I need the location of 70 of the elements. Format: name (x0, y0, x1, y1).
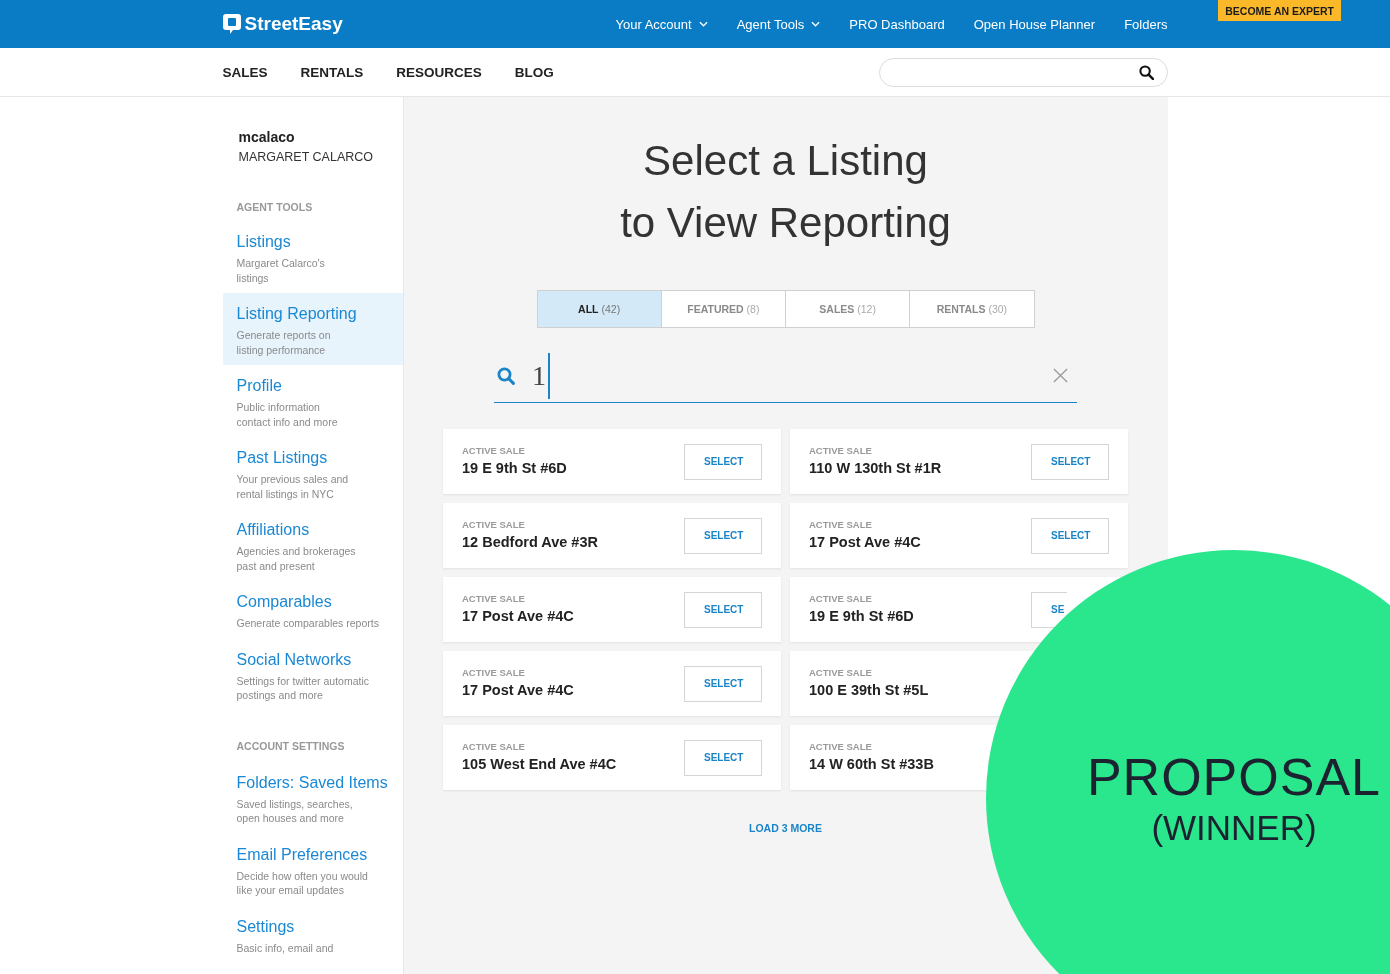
listing-status: ACTIVE SALE (809, 741, 873, 753)
listing-address: 105 West End Ave #4C (462, 755, 617, 774)
username: mcalaco (238, 128, 296, 147)
listing-address: 17 Post Ave #4C (809, 533, 921, 552)
listing-address: 110 W 130th St #1R (809, 459, 942, 478)
select-button[interactable]: SELECT (684, 665, 762, 702)
listing-address: 19 E 9th St #6D (462, 459, 567, 478)
filter-tab[interactable]: FEATURED (8) (660, 290, 786, 328)
section-link[interactable]: RENTALS (300, 64, 364, 80)
page-title: Select a Listing to View Reporting (620, 136, 951, 248)
listing-status: ACTIVE SALE (809, 519, 873, 531)
section-link[interactable]: SALES (222, 64, 268, 80)
user-full-name: MARGARET CALARCO (238, 149, 374, 166)
listing-status: ACTIVE SALE (809, 667, 873, 679)
listing-address: 17 Post Ave #4C (462, 681, 574, 700)
nav-link[interactable]: PRO Dashboard (849, 16, 945, 32)
listing-search-field[interactable]: 1 (494, 349, 1077, 403)
sidebar-item[interactable]: Social Networks Settings for twitter automatic postings and more (222, 638, 403, 711)
listing-address: 14 W 60th St #33B (809, 755, 934, 774)
become-expert-button[interactable]: BECOME AN EXPERT (1218, 0, 1341, 21)
overlay-subtitle: (WINNER) (1151, 807, 1317, 849)
text-cursor-icon (548, 352, 550, 399)
sidebar-item[interactable]: Listings Margaret Calarco's listings (222, 221, 403, 293)
logo-link[interactable]: StreetEasy (222, 13, 343, 35)
listing-status: ACTIVE SALE (462, 593, 526, 605)
sidebar-item[interactable]: Listing Reporting Generate reports on listing performance (222, 293, 403, 365)
select-button[interactable]: SELECT (684, 517, 762, 554)
sidebar-item[interactable]: Profile Public information contact info and more (222, 365, 403, 437)
filter-tab[interactable]: RENTALS (30) (909, 290, 1035, 328)
nav-link[interactable]: Your Account (615, 16, 708, 32)
section-heading: AGENT TOOLS (235, 200, 314, 215)
caret-icon (698, 21, 708, 27)
section-heading: ACCOUNT SETTINGS (235, 738, 346, 754)
section-link[interactable]: BLOG (514, 64, 554, 80)
listing-status: ACTIVE SALE (462, 445, 526, 457)
search-icon (1138, 64, 1154, 80)
nav-link[interactable]: Folders (1124, 16, 1168, 32)
search-icon (497, 366, 515, 385)
sidebar-item[interactable]: Affiliations Agencies and brokerages past and present (222, 509, 403, 581)
select-button[interactable]: SELECT (684, 591, 762, 628)
close-icon[interactable] (1053, 368, 1068, 383)
select-button[interactable]: SELECT (684, 443, 762, 480)
select-button[interactable]: SE (1031, 591, 1067, 628)
site-search-field[interactable] (878, 57, 1168, 87)
sidebar-item[interactable]: Settings Basic info, email and (222, 905, 403, 963)
sidebar-item[interactable]: Past Listings Your previous sales and rental listings in NYC (222, 437, 403, 509)
listing-address: 100 E 39th St #5L (809, 681, 929, 700)
sidebar-item[interactable]: Comparables Generate comparables reports (222, 581, 403, 639)
select-button[interactable]: SELECT (1031, 443, 1109, 480)
load-more-link[interactable]: LOAD 3 MORE (749, 822, 822, 834)
listing-status: ACTIVE SALE (462, 741, 526, 753)
sidebar-item[interactable]: Folders: Saved Items Saved listings, searches, open houses and more (222, 761, 403, 834)
filter-tab[interactable]: SALES (12) (785, 290, 911, 328)
caret-icon (811, 21, 821, 27)
listing-status: ACTIVE SALE (462, 519, 526, 531)
listing-address: 12 Bedford Ave #3R (462, 533, 598, 552)
sidebar-item[interactable]: Email Preferences Decide how often you would like your email updates (222, 833, 403, 906)
listing-status: ACTIVE SALE (809, 593, 873, 605)
select-button[interactable]: SELECT (684, 739, 762, 776)
select-button[interactable]: SELECT (1031, 517, 1109, 554)
nav-link[interactable]: Open House Planner (973, 16, 1096, 32)
listing-status: ACTIVE SALE (462, 667, 526, 679)
overlay-title: PROPOSAL (1086, 747, 1382, 807)
section-link[interactable]: RESOURCES (396, 64, 482, 80)
listing-status: ACTIVE SALE (809, 445, 873, 457)
speech-bubble-icon (222, 14, 241, 34)
listing-address: 17 Post Ave #4C (462, 607, 574, 626)
listing-address: 19 E 9th St #6D (809, 607, 914, 626)
filter-tab[interactable]: ALL (42) (536, 290, 662, 328)
nav-link[interactable]: Agent Tools (736, 16, 821, 32)
